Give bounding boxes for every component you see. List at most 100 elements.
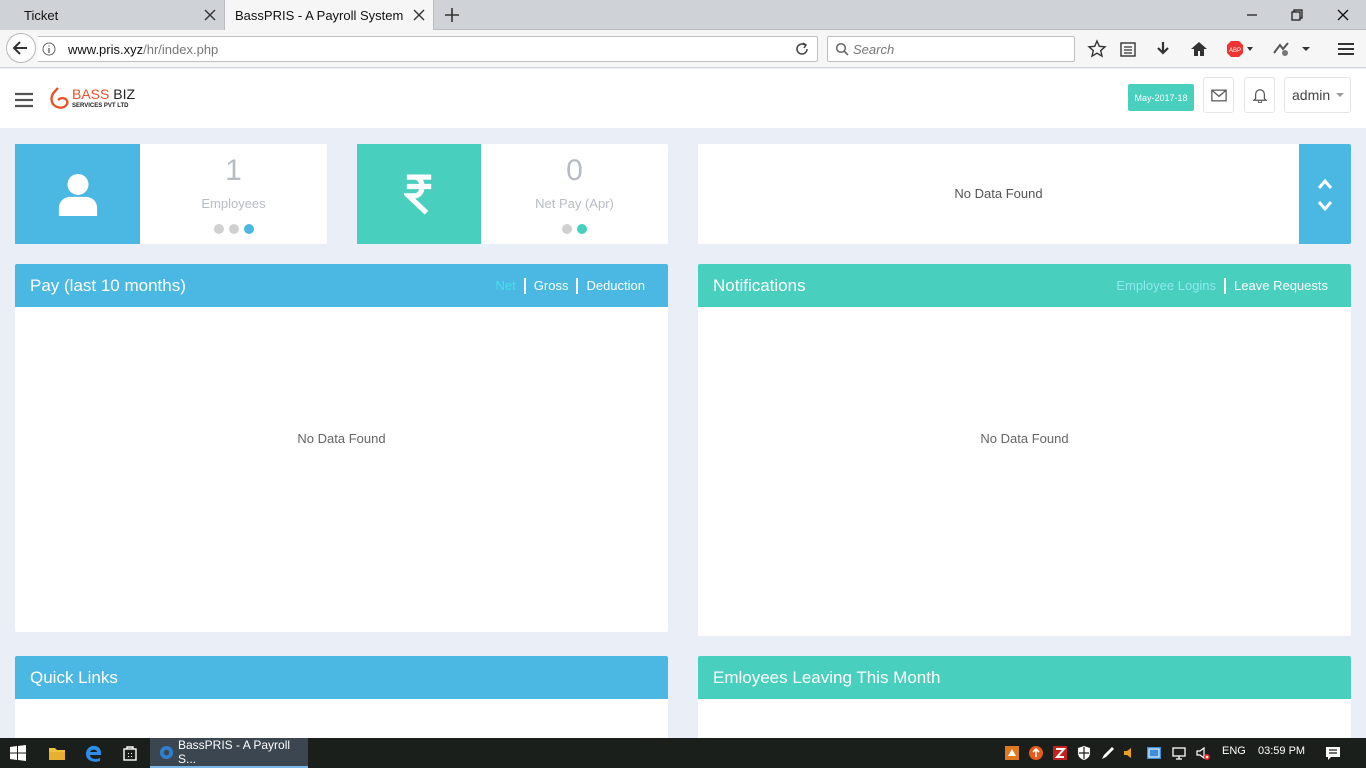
tab-leave-requests[interactable]: Leave Requests <box>1224 277 1336 294</box>
tray-app-icon[interactable] <box>1004 745 1020 761</box>
slider-nav <box>1299 144 1351 244</box>
windows-start-icon[interactable] <box>10 745 26 761</box>
url-text[interactable]: www.pris.xyz/hr/index.php <box>68 42 218 57</box>
taskbar-app-basspris[interactable]: BassPRIS - A Payroll S... <box>150 738 308 768</box>
employees-count: 1 <box>225 154 242 187</box>
url-domain: www.pris.xyz <box>68 42 144 57</box>
home-icon[interactable] <box>1189 39 1209 59</box>
pager-dot[interactable] <box>213 224 224 234</box>
notifications-panel-body: No Data Found <box>698 307 1351 636</box>
logo-subtitle: SERVICES PVT LTD <box>72 103 129 109</box>
notifications-panel-title: Notifications <box>713 275 806 295</box>
chevron-up-icon[interactable] <box>1317 178 1333 190</box>
notifications-button[interactable] <box>1244 77 1275 113</box>
logo-word-bass: BASS <box>72 86 110 102</box>
pay-panel: Pay (last 10 months) Net Gross Deduction… <box>15 264 668 632</box>
tray-clock[interactable]: 03:59 PM <box>1258 745 1305 757</box>
quick-links-title: Quick Links <box>30 667 118 687</box>
edge-browser-icon[interactable] <box>85 744 103 762</box>
tab-basspris[interactable]: BassPRIS - A Payroll System <box>224 0 434 30</box>
tab-label: Ticket <box>24 7 59 23</box>
financial-year-badge[interactable]: May-2017-18 <box>1128 84 1194 111</box>
pager-dot-active[interactable] <box>577 224 587 234</box>
employees-leaving-header: Emloyees Leaving This Month <box>698 656 1351 699</box>
tray-network-app-icon[interactable] <box>1146 745 1162 761</box>
tab-ticket[interactable]: Ticket <box>0 0 224 30</box>
back-arrow-icon <box>12 41 27 55</box>
pager-dot[interactable] <box>562 224 572 234</box>
quick-links-panel: Quick Links <box>15 656 668 738</box>
slider-empty-text: No Data Found <box>954 186 1043 201</box>
employees-leaving-body <box>698 699 1351 738</box>
bookmark-star-icon[interactable] <box>1087 39 1107 59</box>
search-icon <box>835 42 849 56</box>
user-menu[interactable]: admin <box>1284 77 1351 113</box>
extension-icon[interactable] <box>1271 39 1291 59</box>
chevron-down-icon[interactable] <box>1300 45 1312 53</box>
pay-panel-tabs: Net Gross Deduction <box>488 264 653 307</box>
minimize-icon[interactable] <box>1242 5 1262 25</box>
tray-pen-icon[interactable] <box>1100 745 1116 761</box>
tray-speaker-muted-icon[interactable] <box>1195 745 1211 761</box>
tray-display-icon[interactable] <box>1171 745 1187 761</box>
quick-links-header: Quick Links <box>15 656 668 699</box>
tray-update-icon[interactable] <box>1028 745 1044 761</box>
netpay-label: Net Pay (Apr) <box>535 196 614 211</box>
envelope-icon <box>1210 89 1227 101</box>
info-slider-card: No Data Found <box>698 144 1351 244</box>
employees-card[interactable]: 1 Employees <box>15 144 327 244</box>
close-window-icon[interactable] <box>1333 5 1353 25</box>
info-icon[interactable] <box>42 42 56 56</box>
url-path: /hr/index.php <box>143 42 219 57</box>
bell-icon <box>1252 89 1267 103</box>
search-placeholder[interactable]: Search <box>853 42 894 57</box>
employees-stat: 1 Employees <box>140 154 327 234</box>
company-logo[interactable]: BASS BIZ SERVICES PVT LTD <box>46 84 146 114</box>
reading-list-icon[interactable] <box>1118 39 1138 59</box>
tray-language[interactable]: ENG <box>1222 745 1246 757</box>
netpay-stat: 0 Net Pay (Apr) <box>481 154 668 234</box>
logo-mark-icon <box>50 87 69 109</box>
notifications-empty-text: No Data Found <box>980 431 1069 446</box>
pay-panel-title: Pay (last 10 months) <box>30 275 186 295</box>
tab-gross[interactable]: Gross <box>523 277 577 294</box>
messages-button[interactable] <box>1203 77 1234 113</box>
browser-menu-icon[interactable] <box>1336 39 1356 59</box>
tab-label: BassPRIS - A Payroll System <box>235 7 404 23</box>
browser-app-icon <box>159 745 174 760</box>
pay-panel-body: No Data Found <box>15 307 668 632</box>
close-tab-icon[interactable] <box>411 7 427 23</box>
employees-leaving-title: Emloyees Leaving This Month <box>713 667 941 687</box>
netpay-card-icon-area <box>357 144 481 244</box>
netpay-card[interactable]: 0 Net Pay (Apr) <box>357 144 668 244</box>
user-icon <box>58 173 97 216</box>
action-center-icon[interactable] <box>1325 745 1341 761</box>
tray-volume-app-icon[interactable] <box>1122 745 1138 761</box>
file-explorer-icon[interactable] <box>48 745 66 761</box>
employees-pager-dots <box>140 224 327 234</box>
logo-text: BASS BIZ <box>72 86 135 102</box>
hamburger-menu-icon[interactable] <box>14 91 34 109</box>
quick-links-body <box>15 699 668 738</box>
employees-leaving-panel: Emloyees Leaving This Month <box>698 656 1351 738</box>
notifications-panel-header: Notifications Employee Logins Leave Requ… <box>698 264 1351 307</box>
restore-icon[interactable] <box>1287 5 1307 25</box>
pager-dot[interactable] <box>228 224 239 234</box>
download-icon[interactable] <box>1153 39 1173 59</box>
tab-net[interactable]: Net <box>488 278 524 294</box>
reload-icon[interactable] <box>794 41 810 57</box>
chevron-down-icon[interactable] <box>1317 200 1333 212</box>
logo-word-biz: BIZ <box>113 86 136 102</box>
adblock-icon[interactable]: ABP <box>1226 40 1256 58</box>
store-icon[interactable] <box>122 745 138 761</box>
tab-employee-logins[interactable]: Employee Logins <box>1108 278 1224 294</box>
tray-filezilla-icon[interactable] <box>1052 745 1068 761</box>
pager-dot-active[interactable] <box>243 224 254 234</box>
new-tab-icon[interactable] <box>443 6 461 24</box>
tab-deduction[interactable]: Deduction <box>576 277 653 294</box>
pay-panel-header: Pay (last 10 months) Net Gross Deduction <box>15 264 668 307</box>
netpay-pager-dots <box>481 224 668 234</box>
tray-shield-icon[interactable] <box>1076 745 1092 761</box>
close-tab-icon[interactable] <box>202 7 218 23</box>
back-button[interactable] <box>6 33 36 63</box>
